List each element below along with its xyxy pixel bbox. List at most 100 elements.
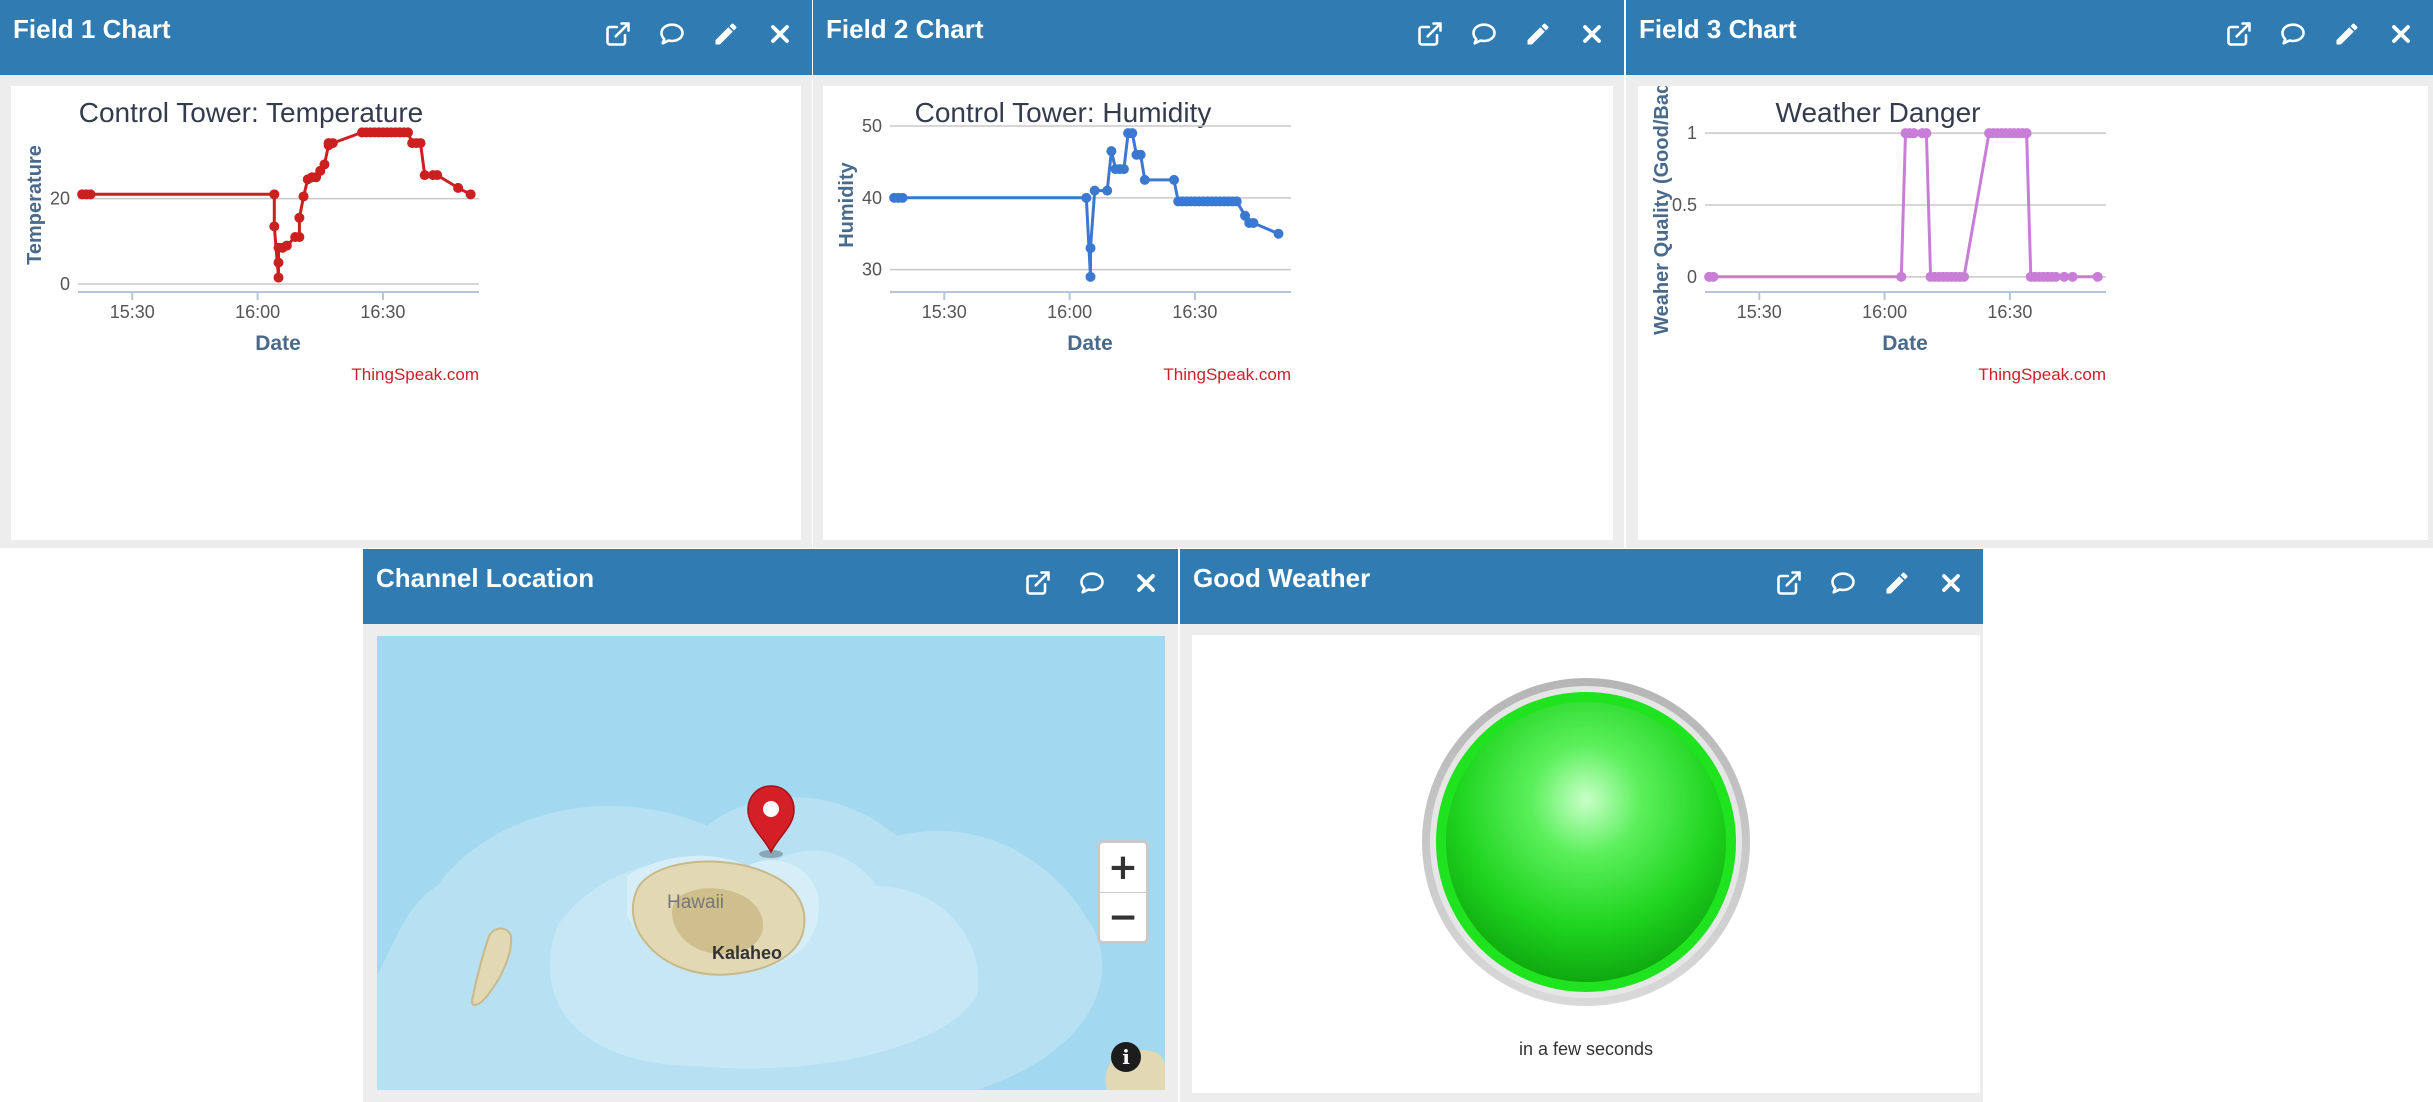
data-point[interactable]: [465, 189, 476, 200]
data-point[interactable]: [1273, 228, 1284, 239]
x-tick-label: 16:30: [360, 302, 405, 322]
y-tick-label: 40: [862, 188, 882, 208]
lamp-indicator: [1422, 678, 1750, 1006]
data-point[interactable]: [1127, 128, 1138, 139]
field1-chart-header: Field 1 Chart: [0, 0, 812, 75]
data-point[interactable]: [294, 212, 305, 223]
weather-danger-chart: Weather Danger 0 0.5 1 15:30 16:00 16:30 Date We…: [1651, 86, 2106, 384]
field3-chart-header: Field 3 Chart: [1626, 0, 2433, 75]
data-point[interactable]: [1118, 164, 1129, 175]
data-point[interactable]: [294, 232, 305, 243]
data-point[interactable]: [1169, 174, 1180, 185]
data-point[interactable]: [1921, 128, 1932, 139]
info-icon[interactable]: i: [1111, 1042, 1141, 1072]
comment-icon[interactable]: [658, 20, 686, 48]
channel-location-header: Channel Location: [363, 549, 1178, 624]
data-point[interactable]: [269, 221, 280, 232]
close-icon[interactable]: [766, 20, 794, 48]
y-tick-label: 20: [50, 189, 70, 209]
data-point[interactable]: [281, 240, 292, 251]
pencil-icon[interactable]: [1883, 569, 1911, 597]
external-link-icon[interactable]: [2225, 20, 2253, 48]
data-point[interactable]: [453, 182, 464, 193]
data-point[interactable]: [432, 170, 443, 181]
x-axis-label: Date: [255, 332, 301, 355]
close-icon[interactable]: [1937, 569, 1965, 597]
data-point[interactable]: [1089, 185, 1100, 196]
data-point[interactable]: [273, 272, 284, 283]
x-tick-label: 15:30: [110, 302, 155, 322]
map-label-hawaii: Hawaii: [667, 892, 724, 913]
y-tick-label: 50: [862, 116, 882, 136]
x-axis-label: Date: [1067, 332, 1113, 355]
data-point[interactable]: [1139, 174, 1150, 185]
chart-title: Control Tower: Temperature: [79, 97, 423, 128]
data-point[interactable]: [269, 189, 280, 200]
y-tick-label: 0: [60, 274, 70, 294]
close-icon[interactable]: [2387, 20, 2415, 48]
pencil-icon[interactable]: [712, 20, 740, 48]
close-icon[interactable]: [1578, 20, 1606, 48]
x-tick-label: 15:30: [1737, 302, 1782, 322]
external-link-icon[interactable]: [1775, 569, 1803, 597]
data-point[interactable]: [415, 138, 426, 149]
lamp-panel: in a few seconds: [1192, 635, 1980, 1093]
x-tick-label: 15:30: [922, 302, 967, 322]
data-point[interactable]: [327, 138, 338, 149]
x-tick-label: 16:00: [235, 302, 280, 322]
external-link-icon[interactable]: [1024, 569, 1052, 597]
zoom-control: + −: [1097, 840, 1149, 944]
comment-icon[interactable]: [2279, 20, 2307, 48]
data-point[interactable]: [1896, 271, 1907, 282]
data-point[interactable]: [1958, 271, 1969, 282]
y-tick-label: 30: [862, 260, 882, 280]
y-axis-label: Weaher Quality (Good/Bad): [1651, 86, 1673, 335]
data-point[interactable]: [319, 159, 330, 170]
temperature-chart: Control Tower: Temperature 0 20 15:30 16:00 1…: [24, 97, 479, 384]
x-tick-label: 16:00: [1862, 302, 1907, 322]
widget-actions: [1416, 20, 1606, 48]
chart-panel: Control Tower: Humidity 30 40 50 15:30 16:00 1…: [823, 86, 1613, 540]
y-tick-label: 0.5: [1672, 195, 1697, 215]
thingspeak-credit-link[interactable]: ThingSpeak.com: [1978, 365, 2106, 384]
comment-icon[interactable]: [1470, 20, 1498, 48]
data-point[interactable]: [1248, 217, 1259, 228]
y-tick-label: 1: [1687, 123, 1697, 143]
x-tick-label: 16:00: [1047, 302, 1092, 322]
thingspeak-credit-link[interactable]: ThingSpeak.com: [351, 365, 479, 384]
data-point[interactable]: [2021, 128, 2032, 139]
data-point[interactable]: [1081, 192, 1092, 203]
data-point[interactable]: [1135, 149, 1146, 160]
map-view[interactable]: Hawaii Kalaheo + − i: [377, 636, 1165, 1090]
field2-chart-widget: Field 2 Chart Control Tower: Humidity 30 4…: [813, 0, 1624, 548]
data-point[interactable]: [402, 127, 413, 138]
data-point[interactable]: [298, 191, 309, 202]
humidity-chart: Control Tower: Humidity 30 40 50 15:30 16:00 1…: [836, 97, 1291, 384]
data-point[interactable]: [1708, 271, 1719, 282]
y-axis-label: Temperature: [24, 145, 46, 265]
zoom-in-button[interactable]: +: [1100, 843, 1146, 893]
good-weather-widget: Good Weather in a few seconds: [1180, 549, 1983, 1102]
pencil-icon[interactable]: [1524, 20, 1552, 48]
zoom-out-button[interactable]: −: [1100, 893, 1146, 942]
data-point[interactable]: [1085, 243, 1096, 254]
channel-location-widget: Channel Location Hawaii Kalaheo + − i: [363, 549, 1178, 1102]
data-point[interactable]: [2067, 271, 2078, 282]
comment-icon[interactable]: [1078, 569, 1106, 597]
external-link-icon[interactable]: [604, 20, 632, 48]
thingspeak-credit-link[interactable]: ThingSpeak.com: [1163, 365, 1291, 384]
data-point[interactable]: [1085, 271, 1096, 282]
external-link-icon[interactable]: [1416, 20, 1444, 48]
map-canvas[interactable]: Hawaii Kalaheo: [377, 636, 1165, 1090]
comment-icon[interactable]: [1829, 569, 1857, 597]
data-point[interactable]: [1106, 146, 1117, 157]
close-icon[interactable]: [1132, 569, 1160, 597]
data-point[interactable]: [1231, 196, 1242, 207]
pencil-icon[interactable]: [2333, 20, 2361, 48]
data-point[interactable]: [2092, 271, 2103, 282]
data-point[interactable]: [273, 257, 284, 268]
data-point[interactable]: [85, 189, 96, 200]
data-point[interactable]: [1102, 185, 1113, 196]
chart-panel: Control Tower: Temperature 0 20 15:30 16:00 1…: [11, 86, 801, 540]
data-point[interactable]: [897, 192, 908, 203]
